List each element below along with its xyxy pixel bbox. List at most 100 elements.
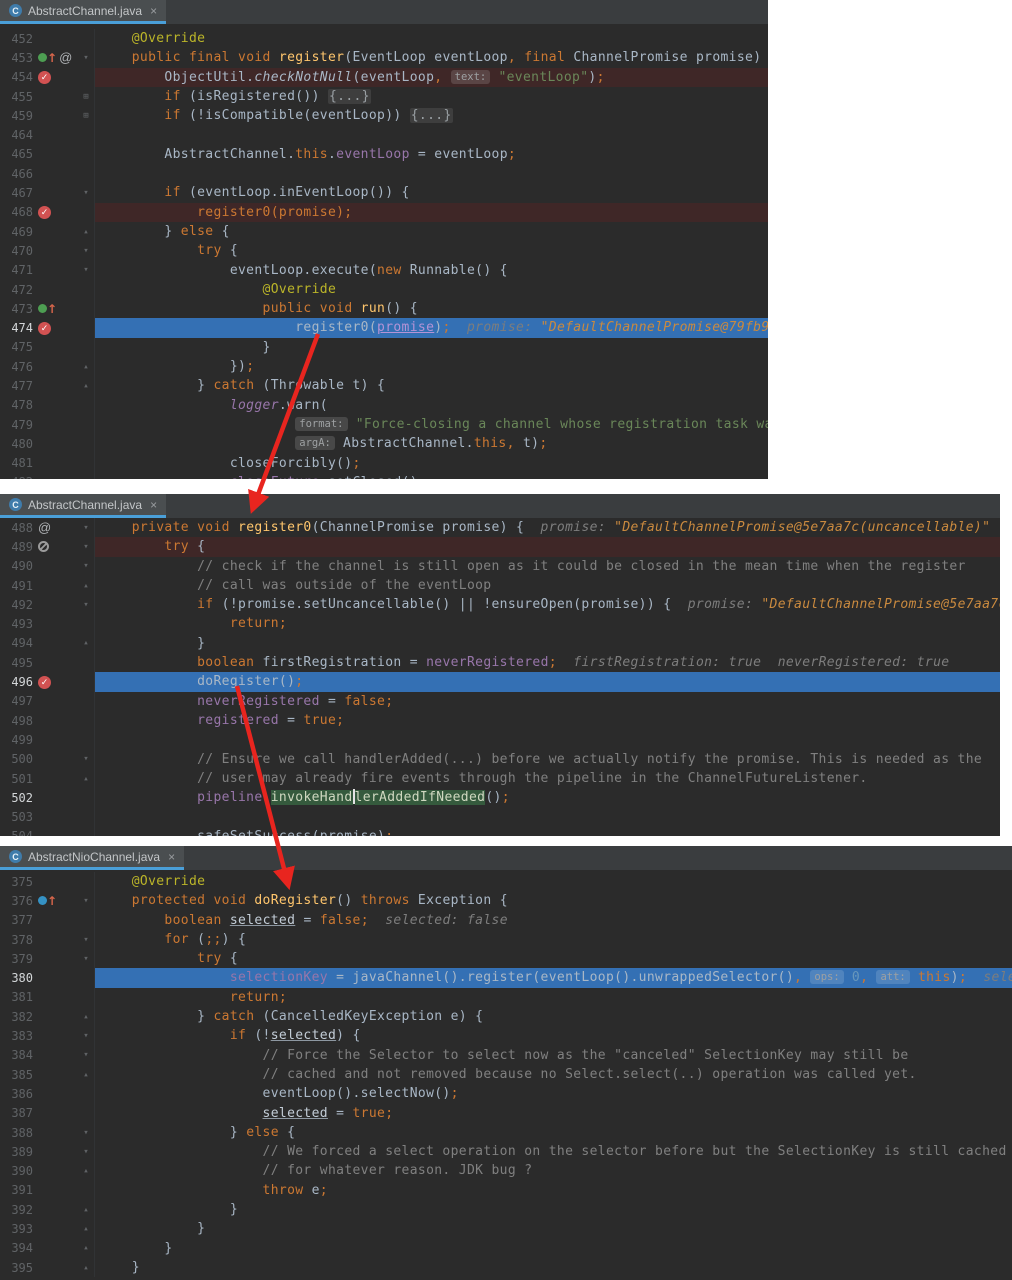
code-text[interactable]: return; xyxy=(95,614,1000,633)
line-number[interactable]: 494 xyxy=(0,636,33,650)
line-number[interactable]: 472 xyxy=(0,283,33,297)
line-number[interactable]: 381 xyxy=(0,990,33,1004)
code-text[interactable]: argA: AbstractChannel.this, t); xyxy=(95,434,768,453)
line-number[interactable]: 496 xyxy=(0,675,33,689)
gutter[interactable]: 381 xyxy=(0,987,95,1008)
gutter[interactable]: 472 xyxy=(0,279,95,300)
fold-collapse-icon[interactable]: ▾ xyxy=(80,53,92,63)
gutter[interactable]: 452 xyxy=(0,29,95,49)
code-text[interactable]: } xyxy=(95,1258,1012,1277)
fold-collapse-icon[interactable]: ▾ xyxy=(80,600,92,610)
fold-collapse-icon[interactable]: ▾ xyxy=(80,754,92,764)
line-number[interactable]: 497 xyxy=(0,694,33,708)
code-text[interactable]: protected void doRegister() throws Excep… xyxy=(95,891,1012,910)
code-text[interactable]: } else { xyxy=(95,222,768,241)
line-number[interactable]: 393 xyxy=(0,1222,33,1236)
line-number[interactable]: 475 xyxy=(0,340,33,354)
fold-collapse-icon[interactable]: ▾ xyxy=(80,954,92,964)
line-number[interactable]: 382 xyxy=(0,1010,33,1024)
code-text[interactable] xyxy=(95,807,1000,826)
gutter[interactable]: 476 ▴ xyxy=(0,357,95,377)
line-number[interactable]: 394 xyxy=(0,1241,33,1255)
line-number[interactable]: 455 xyxy=(0,90,33,104)
code-text[interactable]: closeFuture.setClosed(); xyxy=(95,473,768,479)
code-text[interactable]: @Override xyxy=(95,29,768,48)
line-number[interactable]: 395 xyxy=(0,1261,33,1275)
folded-region-icon[interactable]: ⊞ xyxy=(80,92,92,102)
line-number[interactable]: 452 xyxy=(0,32,33,46)
line-number[interactable]: 386 xyxy=(0,1087,33,1101)
gutter[interactable]: 494 ▴ xyxy=(0,633,95,654)
gutter[interactable]: 467 ▾ xyxy=(0,183,95,203)
fold-end-icon[interactable]: ▴ xyxy=(80,1224,92,1234)
fold-collapse-icon[interactable]: ▾ xyxy=(80,561,92,571)
code-text[interactable]: return; xyxy=(95,988,1012,1007)
gutter[interactable]: 502 xyxy=(0,788,95,808)
breakpoint-verified-icon[interactable]: ✓ xyxy=(38,205,51,219)
code-text[interactable]: // check if the channel is still open as… xyxy=(95,557,1000,576)
gutter[interactable]: 473 ↑ xyxy=(0,299,95,319)
gutter[interactable]: 488 @ ▾ xyxy=(0,518,95,538)
gutter[interactable]: 459 ⊞ xyxy=(0,106,95,126)
fold-end-icon[interactable]: ▴ xyxy=(80,1263,92,1273)
gutter[interactable]: 376 ↑ ▾ xyxy=(0,891,95,911)
gutter[interactable]: 474 ✓ xyxy=(0,318,95,338)
code-text[interactable]: } xyxy=(95,634,1000,653)
code-text[interactable]: } xyxy=(95,1239,1012,1258)
fold-end-icon[interactable]: ▴ xyxy=(80,362,92,372)
gutter[interactable]: 471 ▾ xyxy=(0,260,95,280)
code-text[interactable]: pipeline.invokeHand lerAddedIfNeeded(); xyxy=(95,788,1000,807)
line-number[interactable]: 375 xyxy=(0,875,33,889)
code-text[interactable]: format: "Force-closing a channel whose r… xyxy=(95,415,768,434)
fold-collapse-icon[interactable]: ▾ xyxy=(80,542,92,552)
gutter[interactable]: 492 ▾ xyxy=(0,595,95,615)
line-number[interactable]: 479 xyxy=(0,418,33,432)
line-number[interactable]: 453 xyxy=(0,51,33,65)
line-number[interactable]: 493 xyxy=(0,617,33,631)
code-text[interactable]: doRegister(); xyxy=(95,672,1000,692)
line-number[interactable]: 491 xyxy=(0,579,33,593)
line-number[interactable]: 471 xyxy=(0,263,33,277)
code-text[interactable]: register0(promise); xyxy=(95,202,768,222)
code-text[interactable]: selectionKey = javaChannel().register(ev… xyxy=(95,968,1012,988)
line-number[interactable]: 459 xyxy=(0,109,33,123)
line-number[interactable]: 503 xyxy=(0,810,33,824)
gutter[interactable]: 478 xyxy=(0,395,95,415)
gutter[interactable]: 501 ▴ xyxy=(0,768,95,789)
line-number[interactable]: 490 xyxy=(0,559,33,573)
line-number[interactable]: 482 xyxy=(0,475,33,479)
line-number[interactable]: 464 xyxy=(0,128,33,142)
line-number[interactable]: 480 xyxy=(0,437,33,451)
code-text[interactable]: // We forced a select operation on the s… xyxy=(95,1142,1012,1161)
gutter[interactable]: 464 xyxy=(0,125,95,145)
fold-end-icon[interactable]: ▴ xyxy=(80,1205,92,1215)
gutter[interactable]: 497 xyxy=(0,691,95,711)
code-text[interactable]: AbstractChannel.this.eventLoop = eventLo… xyxy=(95,145,768,164)
line-number[interactable]: 378 xyxy=(0,933,33,947)
code-text[interactable]: closeForcibly(); xyxy=(95,454,768,473)
code-text[interactable]: logger.warn( xyxy=(95,396,768,415)
code-text[interactable]: // Force the Selector to select now as t… xyxy=(95,1046,1012,1065)
fold-collapse-icon[interactable]: ▾ xyxy=(80,246,92,256)
gutter[interactable]: 389 ▾ xyxy=(0,1142,95,1162)
line-number[interactable]: 499 xyxy=(0,733,33,747)
code-text[interactable]: // cached and not removed because no Sel… xyxy=(95,1065,1012,1084)
gutter[interactable]: 466 xyxy=(0,164,95,184)
code-text[interactable]: if (isRegistered()) {...} xyxy=(95,87,768,106)
line-number[interactable]: 391 xyxy=(0,1183,33,1197)
code-text[interactable]: @Override xyxy=(95,872,1012,891)
code-text[interactable]: // for whatever reason. JDK bug ? xyxy=(95,1161,1012,1180)
line-number[interactable]: 500 xyxy=(0,752,33,766)
gutter[interactable]: 379 ▾ xyxy=(0,949,95,969)
line-number[interactable]: 495 xyxy=(0,656,33,670)
fold-end-icon[interactable]: ▴ xyxy=(80,381,92,391)
code-text[interactable]: if (eventLoop.inEventLoop()) { xyxy=(95,183,768,202)
code-text[interactable] xyxy=(95,125,768,144)
gutter[interactable]: 479 xyxy=(0,414,95,435)
gutter[interactable]: 382 ▴ xyxy=(0,1007,95,1027)
gutter[interactable]: 386 xyxy=(0,1084,95,1104)
breakpoint-verified-icon[interactable]: ✓ xyxy=(38,321,51,335)
line-number[interactable]: 376 xyxy=(0,894,33,908)
code-text[interactable]: boolean selected = false; selected: fals… xyxy=(95,911,1012,930)
line-number[interactable]: 502 xyxy=(0,791,33,805)
